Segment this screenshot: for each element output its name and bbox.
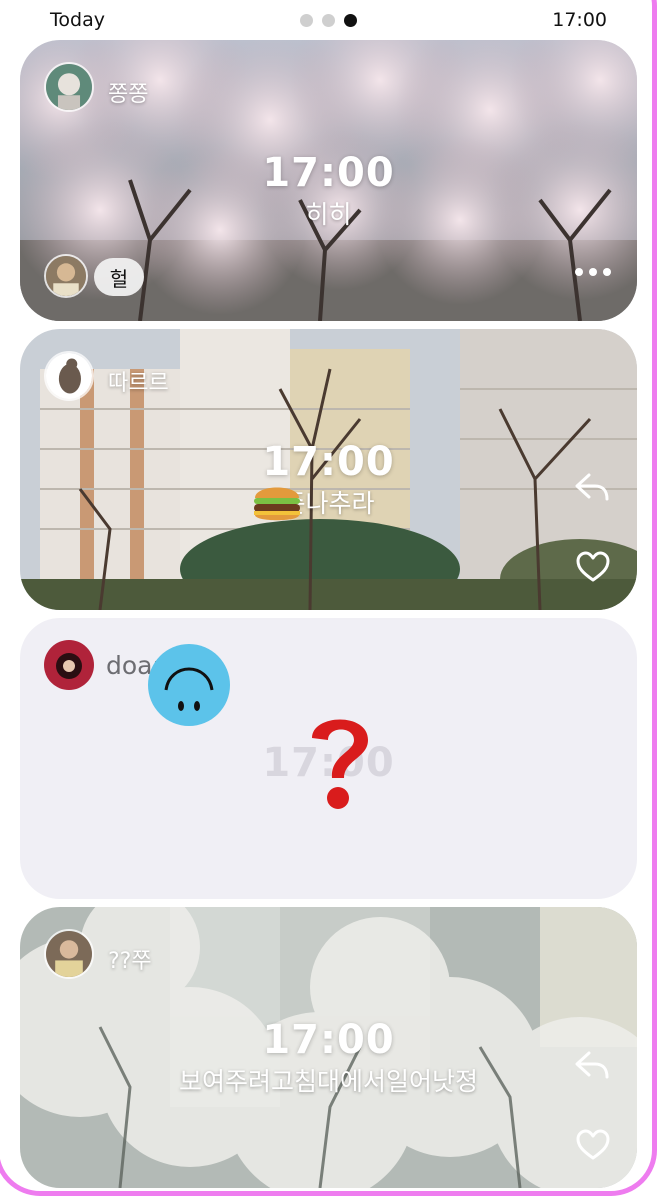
post-card-1[interactable]: 쫑쫑 17:00 히히 헐 <box>20 40 637 321</box>
page-dot[interactable] <box>300 13 314 27</box>
today-label: Today <box>50 9 105 31</box>
upside-down-smiley-sticker <box>148 644 230 726</box>
author-name[interactable]: 쫑쫑 <box>108 76 148 108</box>
heart-icon[interactable] <box>575 1127 611 1163</box>
dot-icon <box>589 268 597 276</box>
post-caption: 히히 <box>305 200 352 229</box>
post-caption: 보여주려고침대에서일어낫졍 <box>178 1067 478 1096</box>
author-name[interactable]: 따르르 <box>108 365 169 397</box>
reply-icon[interactable] <box>573 467 611 505</box>
more-options-button[interactable] <box>575 268 611 276</box>
page-dot-active[interactable] <box>344 13 358 27</box>
dot-icon <box>603 268 611 276</box>
post-card-2[interactable]: 따르르 17:00 준나추라 <box>20 329 637 610</box>
author-name[interactable]: ??쭈 <box>108 943 152 975</box>
burger-sticker <box>254 487 300 521</box>
post-card-4[interactable]: ??쭈 17:00 보여주려고침대에서일어낫졍 <box>20 907 637 1188</box>
reaction-bubble[interactable]: 헐 <box>94 258 144 296</box>
post-time: 17:00 <box>262 439 395 485</box>
author-avatar[interactable] <box>44 640 94 690</box>
heart-icon[interactable] <box>575 549 611 585</box>
dot-icon <box>575 268 583 276</box>
author-avatar[interactable] <box>44 62 94 112</box>
author-avatar[interactable] <box>44 929 94 979</box>
post-time: 17:00 <box>262 150 395 196</box>
reactor-avatar[interactable] <box>44 254 88 298</box>
post-caption: 준나추라 <box>282 489 375 518</box>
reply-icon[interactable] <box>573 1045 611 1083</box>
author-avatar[interactable] <box>44 351 94 401</box>
question-mark-sticker <box>312 719 368 809</box>
post-time: 17:00 <box>262 1017 395 1063</box>
page-indicator[interactable] <box>300 13 358 27</box>
status-bar: Today 17:00 <box>0 0 657 40</box>
page-dot[interactable] <box>322 13 336 27</box>
status-time: 17:00 <box>552 9 607 31</box>
